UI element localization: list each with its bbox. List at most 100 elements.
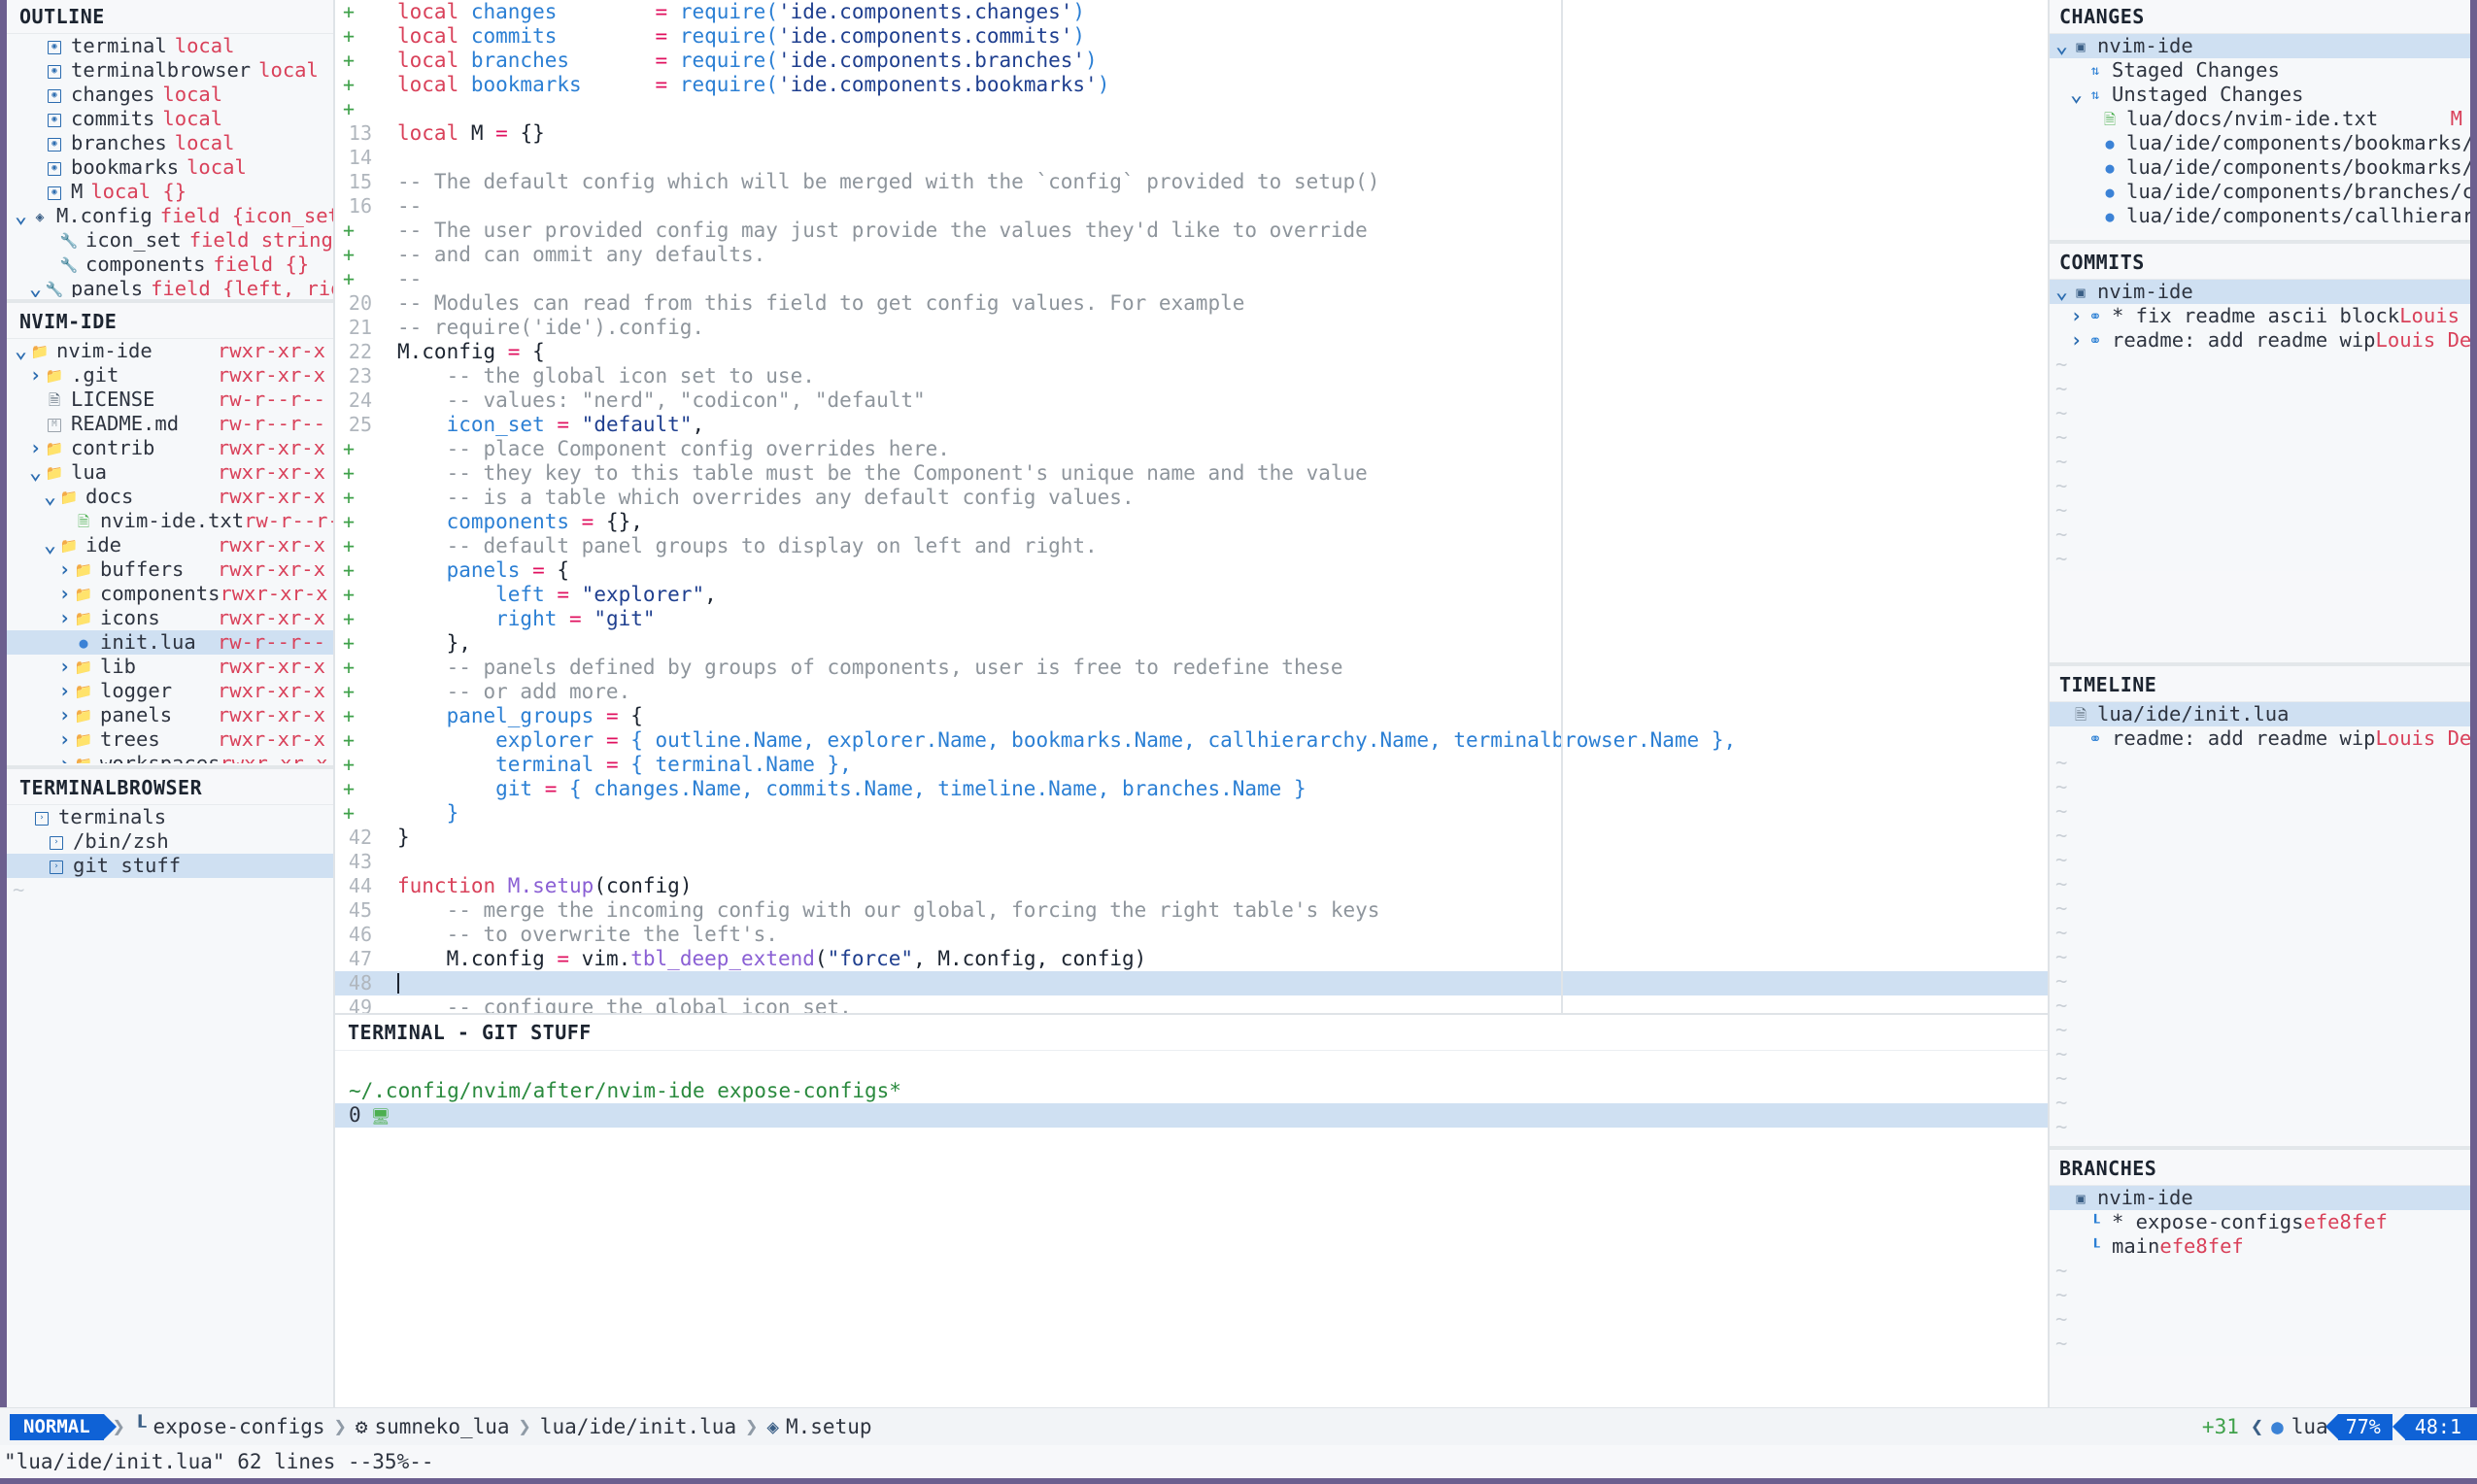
chevron-down-icon[interactable]: ⌄ <box>27 283 44 296</box>
file-tree-item[interactable]: ›📁workspacesrwxr-xr-x <box>7 752 333 763</box>
code-line[interactable]: + -- is a table which overrides any defa… <box>335 486 2048 510</box>
status-file[interactable]: lua/ide/init.lua <box>540 1415 736 1438</box>
changes-tree[interactable]: ⌄▣nvim-ide⇅Staged Changes⌄⇅Unstaged Chan… <box>2050 33 2470 228</box>
outline-item[interactable]: 🔧icon_setfield string = <box>7 228 333 253</box>
command-line[interactable]: "lua/ide/init.lua" 62 lines --35%-- <box>0 1445 2477 1478</box>
code-line[interactable]: + components = {}, <box>335 510 2048 534</box>
code-line[interactable]: + right = "git" <box>335 607 2048 631</box>
status-lsp[interactable]: ⚙ sumneko_lua <box>356 1415 510 1438</box>
code-line[interactable]: 22M.config = { <box>335 340 2048 364</box>
terminal-item[interactable]: ›/bin/zsh <box>7 829 333 854</box>
outline-item[interactable]: ◉commitslocal <box>7 107 333 131</box>
code-line[interactable]: + git = { changes.Name, commits.Name, ti… <box>335 777 2048 801</box>
code-line[interactable]: 14 <box>335 146 2048 170</box>
code-line[interactable]: + -- place Component config overrides he… <box>335 437 2048 461</box>
chevron-right-icon[interactable]: › <box>56 679 73 703</box>
outline-item[interactable]: ◉Mlocal {} <box>7 180 333 204</box>
code-line[interactable]: 45 -- merge the incoming config with our… <box>335 898 2048 923</box>
changes-item[interactable]: ●lua/ide/components/bookmarks/coM <box>2050 131 2470 155</box>
code-line[interactable]: 46 -- to overwrite the left's. <box>335 923 2048 947</box>
changes-item[interactable]: ⌄▣nvim-ide <box>2050 34 2470 58</box>
outline-item[interactable]: ◉brancheslocal <box>7 131 333 155</box>
outline-item[interactable]: ⌄◈M.configfield {icon_set <box>7 204 333 228</box>
file-tree-item[interactable]: ●init.luarw-r--r-- <box>7 630 333 655</box>
code-line[interactable]: 43 <box>335 850 2048 874</box>
changes-item[interactable]: ⌄⇅Unstaged Changes <box>2050 83 2470 107</box>
chevron-right-icon[interactable]: › <box>2068 304 2085 328</box>
code-line[interactable]: 47 M.config = vim.tbl_deep_extend("force… <box>335 947 2048 971</box>
branches-item[interactable]: ┖main efe8fef <box>2050 1234 2470 1259</box>
changes-item[interactable]: ●lua/ide/components/bookmarks/coM <box>2050 155 2470 180</box>
code-line[interactable]: +local branches = require('ide.component… <box>335 49 2048 73</box>
code-line[interactable]: 48 <box>335 971 2048 995</box>
chevron-right-icon[interactable]: › <box>56 582 73 606</box>
changes-item[interactable]: ●lua/ide/components/branches/comM <box>2050 180 2470 204</box>
file-tree-item[interactable]: ⌄📁luarwxr-xr-x <box>7 460 333 485</box>
outline-item[interactable]: ⌄🔧panelsfield {left, rig <box>7 277 333 297</box>
outline-item[interactable]: ◉terminalbrowserlocal <box>7 58 333 83</box>
chevron-down-icon[interactable]: ⌄ <box>13 210 29 223</box>
changes-item[interactable]: 🗎lua/docs/nvim-ide.txtM <box>2050 107 2470 131</box>
commits-item[interactable]: ⌄▣nvim-ide <box>2050 280 2470 304</box>
changes-item[interactable]: ⇅Staged Changes <box>2050 58 2470 83</box>
file-tree-item[interactable]: 🗎nvim-ide.txtrw-r--r-- <box>7 509 333 533</box>
code-line[interactable]: +-- The user provided config may just pr… <box>335 219 2048 243</box>
outline-item[interactable]: ◉bookmarkslocal <box>7 155 333 180</box>
file-tree[interactable]: ⌄📁nvim-iderwxr-xr-x›📁.gitrwxr-xr-x🗎LICEN… <box>7 338 333 763</box>
code-line[interactable]: 16-- <box>335 194 2048 219</box>
outline-tree[interactable]: ◉terminallocal◉terminalbrowserlocal◉chan… <box>7 33 333 297</box>
code-line[interactable]: 23 -- the global icon set to use. <box>335 364 2048 388</box>
code-line[interactable]: 13local M = {} <box>335 121 2048 146</box>
file-tree-item[interactable]: ⌄📁iderwxr-xr-x <box>7 533 333 557</box>
branches-item[interactable]: ▣nvim-ide <box>2050 1186 2470 1210</box>
terminal-item[interactable]: ›git stuff <box>7 854 333 878</box>
timeline-tree[interactable]: 🗎lua/ide/init.lua⚭readme: add readme wip… <box>2050 701 2470 1139</box>
chevron-down-icon[interactable]: ⌄ <box>2053 286 2070 299</box>
timeline-item[interactable]: 🗎lua/ide/init.lua <box>2050 702 2470 726</box>
code-line[interactable]: 24 -- values: "nerd", "codicon", "defaul… <box>335 388 2048 413</box>
chevron-right-icon[interactable]: › <box>2068 328 2085 353</box>
status-symbol[interactable]: ◈ M.setup <box>766 1415 871 1438</box>
changes-item[interactable]: ●lua/ide/components/callhierarchM <box>2050 204 2470 228</box>
code-line[interactable]: + }, <box>335 631 2048 656</box>
code-line[interactable]: + -- panels defined by groups of compone… <box>335 656 2048 680</box>
outline-item[interactable]: 🔧componentsfield {} <box>7 253 333 277</box>
chevron-right-icon[interactable]: › <box>56 727 73 752</box>
commits-item[interactable]: ›⚭readme: add readme wip Louis DeLoS <box>2050 328 2470 353</box>
code-line[interactable]: + explorer = { outline.Name, explorer.Na… <box>335 728 2048 753</box>
outline-item[interactable]: ◉changeslocal <box>7 83 333 107</box>
code-line[interactable]: 42} <box>335 826 2048 850</box>
file-tree-item[interactable]: ›📁iconsrwxr-xr-x <box>7 606 333 630</box>
file-tree-item[interactable]: ›📁.gitrwxr-xr-x <box>7 363 333 388</box>
code-line[interactable]: + panel_groups = { <box>335 704 2048 728</box>
code-line[interactable]: + } <box>335 801 2048 826</box>
chevron-down-icon[interactable]: ⌄ <box>42 539 58 553</box>
code-line[interactable]: + -- or add more. <box>335 680 2048 704</box>
code-line[interactable]: 44function M.setup(config) <box>335 874 2048 898</box>
code-line[interactable]: +-- and can ommit any defaults. <box>335 243 2048 267</box>
code-line[interactable]: + terminal = { terminal.Name }, <box>335 753 2048 777</box>
code-line[interactable]: 25 icon_set = "default", <box>335 413 2048 437</box>
file-tree-item[interactable]: ›📁loggerrwxr-xr-x <box>7 679 333 703</box>
commits-item[interactable]: ›⚭* fix readme ascii block Louis DeL <box>2050 304 2470 328</box>
code-line[interactable]: +local bookmarks = require('ide.componen… <box>335 73 2048 97</box>
chevron-right-icon[interactable]: › <box>56 752 73 763</box>
branches-tree[interactable]: ▣nvim-ide┖* expose-configs efe8fef┖main … <box>2050 1185 2470 1356</box>
timeline-item[interactable]: ⚭readme: add readme wip Louis DeLosS <box>2050 726 2470 751</box>
chevron-down-icon[interactable]: ⌄ <box>2068 88 2085 102</box>
file-tree-item[interactable]: ›📁panelsrwxr-xr-x <box>7 703 333 727</box>
status-branch[interactable]: ┖ expose-configs <box>134 1415 325 1438</box>
file-tree-item[interactable]: 🗎LICENSErw-r--r-- <box>7 388 333 412</box>
file-tree-item[interactable]: ›📁buffersrwxr-xr-x <box>7 557 333 582</box>
chevron-down-icon[interactable]: ⌄ <box>42 490 58 504</box>
chevron-right-icon[interactable]: › <box>56 655 73 679</box>
code-editor[interactable]: +local changes = require('ide.components… <box>335 0 2048 1013</box>
outline-item[interactable]: ◉terminallocal <box>7 34 333 58</box>
chevron-down-icon[interactable]: ⌄ <box>27 466 44 480</box>
chevron-right-icon[interactable]: › <box>56 606 73 630</box>
file-tree-item[interactable]: ›📁contribrwxr-xr-x <box>7 436 333 460</box>
code-line[interactable]: 15-- The default config which will be me… <box>335 170 2048 194</box>
chevron-right-icon[interactable]: › <box>56 703 73 727</box>
chevron-right-icon[interactable]: › <box>27 436 44 460</box>
code-line[interactable]: +local commits = require('ide.components… <box>335 24 2048 49</box>
